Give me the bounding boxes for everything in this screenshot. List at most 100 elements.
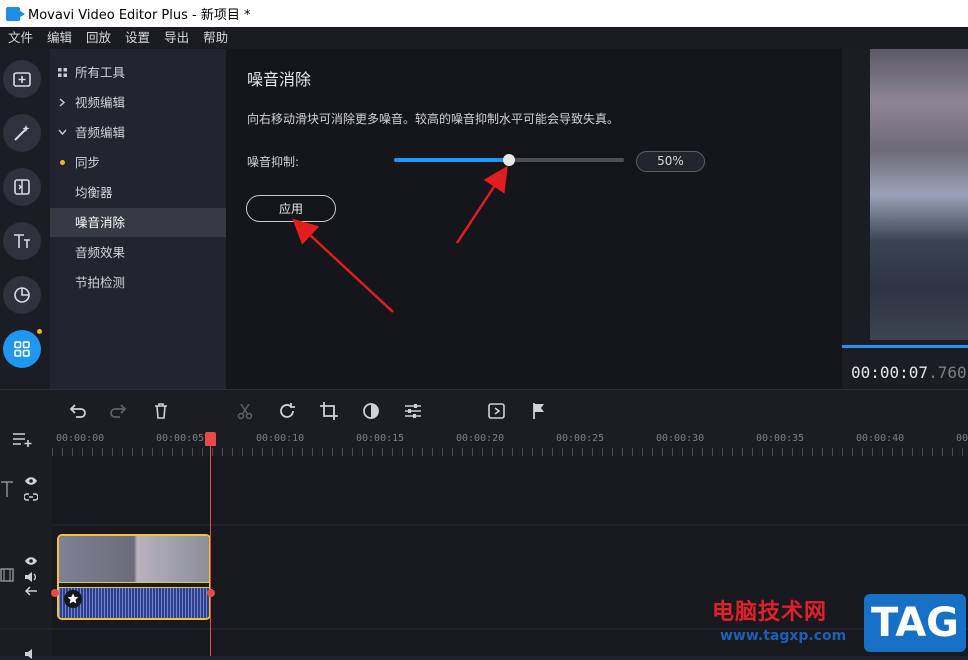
menu-help[interactable]: 帮助 — [196, 27, 235, 49]
chevron-down-icon — [58, 129, 67, 136]
flag-icon — [533, 403, 544, 419]
titles-button[interactable] — [3, 222, 41, 260]
video-track-header — [0, 526, 52, 628]
apply-button[interactable]: 应用 — [246, 195, 336, 222]
nav-noise-removal[interactable]: 噪音消除 — [50, 208, 226, 237]
crop-button[interactable] — [318, 400, 340, 422]
menu-file[interactable]: 文件 — [0, 27, 40, 49]
text-icon — [14, 234, 30, 248]
timeline-toolbar — [0, 389, 968, 429]
rotate-button[interactable] — [276, 400, 298, 422]
playback-timecode: 00:00:07.760 — [851, 363, 967, 382]
redo-button[interactable] — [108, 400, 130, 422]
grid-small-icon — [58, 68, 67, 77]
more-tools-button[interactable] — [3, 330, 41, 368]
delete-button[interactable] — [150, 400, 172, 422]
suppression-slider[interactable] — [394, 154, 624, 166]
new-badge-dot — [60, 160, 65, 165]
ruler-tick: 00:00:25 — [556, 433, 605, 444]
overlay-icon — [488, 403, 505, 419]
playback-progress-bar[interactable] — [842, 345, 968, 348]
video-clip[interactable] — [57, 534, 211, 620]
nav-equalizer[interactable]: 均衡器 — [50, 178, 226, 207]
clip-end-handle[interactable] — [207, 589, 215, 597]
sliders-icon — [405, 404, 421, 418]
menu-playback[interactable]: 回放 — [79, 27, 118, 49]
ruler-tick: 00:00:35 — [756, 433, 805, 444]
tools-navigation: 所有工具 视频编辑 音频编辑 同步 均衡器 噪音消除 音频效果 节拍检测 — [50, 49, 226, 389]
speaker-icon[interactable] — [24, 648, 38, 660]
title-track-header — [0, 456, 52, 526]
cut-button[interactable] — [234, 400, 256, 422]
app-logo-icon — [6, 6, 25, 21]
menu-settings[interactable]: 设置 — [118, 27, 157, 49]
nav-label: 视频编辑 — [75, 95, 126, 110]
suppression-label: 噪音抑制: — [247, 155, 300, 169]
undo-button[interactable] — [66, 400, 88, 422]
preview-frame — [870, 49, 968, 340]
noise-removal-panel: 噪音消除 向右移动滑块可消除更多噪音。较高的噪音抑制水平可能会导致失真。 噪音抑… — [226, 49, 842, 389]
add-marker-button[interactable] — [528, 400, 550, 422]
nav-sync[interactable]: 同步 — [50, 148, 226, 177]
suppression-value-field[interactable]: 50% — [636, 151, 705, 172]
slider-fill — [394, 158, 509, 162]
filters-button[interactable] — [3, 114, 41, 152]
nav-label: 所有工具 — [75, 65, 126, 80]
nav-label: 节拍检测 — [75, 275, 126, 290]
watermark-url: www.tagxp.com — [720, 628, 847, 644]
grid-icon — [14, 341, 30, 357]
link-icon[interactable] — [24, 492, 38, 502]
ruler-tick: 00:00:30 — [656, 433, 705, 444]
menu-bar: 文件 编辑 回放 设置 导出 帮助 — [0, 27, 968, 49]
clip-effect-badge[interactable] — [64, 590, 82, 608]
redo-icon — [110, 404, 127, 418]
nav-audio-effects[interactable]: 音频效果 — [50, 238, 226, 267]
menu-export[interactable]: 导出 — [157, 27, 196, 49]
clip-video-thumbnail — [59, 536, 209, 582]
slider-thumb[interactable] — [503, 154, 515, 166]
nav-video-edit[interactable]: 视频编辑 — [50, 88, 226, 117]
import-icon — [13, 72, 31, 87]
add-track-icon — [13, 433, 32, 447]
panel-title: 噪音消除 — [247, 70, 312, 89]
clip-properties-button[interactable] — [402, 400, 424, 422]
overlay-button[interactable] — [486, 400, 508, 422]
nav-label: 均衡器 — [75, 185, 113, 200]
eye-icon[interactable] — [24, 476, 38, 486]
nav-label: 噪音消除 — [75, 215, 126, 230]
timecode-ms: .760 — [928, 363, 967, 382]
ruler-tick: 00:00:10 — [256, 433, 305, 444]
undo-icon — [69, 404, 86, 418]
pie-chart-icon — [14, 287, 30, 303]
timecode-main: 00:00:07 — [851, 363, 929, 382]
waveform-bars — [59, 588, 209, 618]
nav-label: 音频效果 — [75, 245, 126, 260]
rotate-icon — [280, 403, 295, 418]
audio-track-header — [0, 630, 52, 659]
add-track-button[interactable] — [12, 430, 34, 448]
transitions-button[interactable] — [3, 168, 41, 206]
nav-label: 同步 — [75, 155, 101, 170]
ruler-tick: 00:00:40 — [856, 433, 905, 444]
scissors-icon — [237, 403, 253, 420]
notification-dot — [37, 329, 42, 334]
nav-audio-edit[interactable]: 音频编辑 — [50, 118, 226, 147]
timeline-ruler[interactable]: 00:00:00 00:00:05 00:00:10 00:00:15 00:0… — [0, 429, 968, 456]
nav-beat-detection[interactable]: 节拍检测 — [50, 268, 226, 297]
nav-all-tools[interactable]: 所有工具 — [50, 58, 226, 87]
arrow-left-icon[interactable] — [24, 586, 38, 596]
ruler-scale — [52, 448, 968, 456]
left-tool-rail — [0, 49, 50, 389]
import-media-button[interactable] — [3, 60, 41, 98]
chevron-right-icon — [59, 98, 66, 107]
speaker-icon[interactable] — [24, 571, 38, 583]
playhead-handle[interactable] — [205, 432, 216, 446]
title-bar: Movavi Video Editor Plus - 新项目 * — [0, 0, 968, 27]
color-adjust-button[interactable] — [360, 400, 382, 422]
title-track[interactable] — [52, 456, 968, 524]
eye-icon[interactable] — [24, 556, 38, 566]
stickers-button[interactable] — [3, 276, 41, 314]
clip-start-handle[interactable] — [51, 589, 59, 597]
window-title: Movavi Video Editor Plus - 新项目 * — [28, 8, 251, 23]
menu-edit[interactable]: 编辑 — [40, 27, 79, 49]
